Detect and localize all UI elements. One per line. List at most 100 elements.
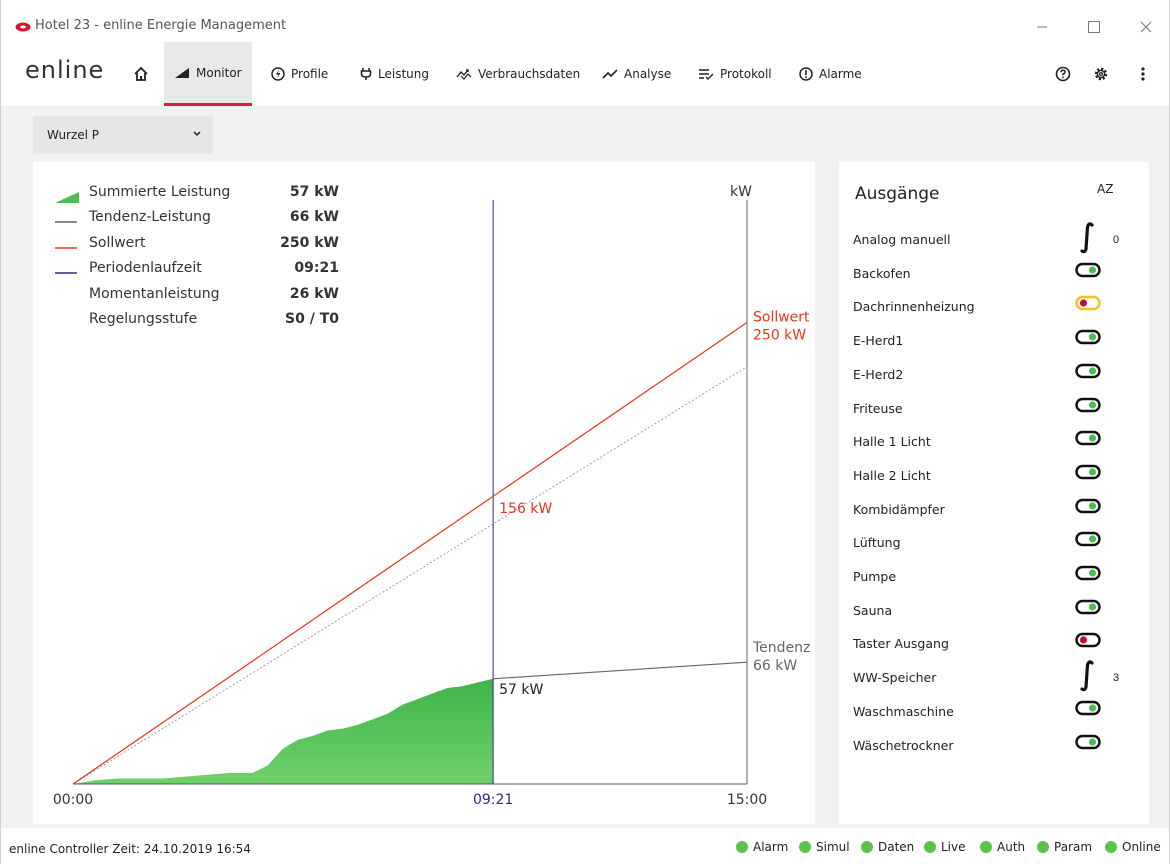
toggle-icon xyxy=(1075,262,1101,277)
tab-profile-label: Profile xyxy=(291,67,329,81)
sort-az-button[interactable]: AZ xyxy=(1097,182,1113,196)
output-name: Taster Ausgang xyxy=(853,636,949,652)
tab-profile[interactable]: Profile xyxy=(261,42,338,106)
legend-item-sollwert: Sollwert 250 kW xyxy=(55,235,355,260)
summiert-now-label: 57 kW xyxy=(499,682,543,698)
tab-alarme-label: Alarme xyxy=(819,67,862,81)
output-toggle[interactable] xyxy=(1075,262,1101,283)
tendenz-value-label: 66 kW xyxy=(753,658,797,674)
minimize-button[interactable] xyxy=(1019,12,1065,42)
output-row: E-Herd1 xyxy=(853,323,1143,357)
toggle-icon xyxy=(1075,565,1101,581)
tab-protokoll[interactable]: Protokoll xyxy=(688,42,782,106)
legend-item-tendenz: Tendenz-Leistung 66 kW xyxy=(55,209,355,234)
status-dot-icon xyxy=(799,841,811,853)
output-toggle[interactable] xyxy=(1075,498,1101,519)
integral-icon xyxy=(1080,660,1094,692)
output-toggle[interactable] xyxy=(1075,430,1101,451)
minimize-icon xyxy=(1037,26,1047,28)
output-name: Sauna xyxy=(853,602,893,618)
status-dot-icon xyxy=(1105,841,1117,853)
x-tick-label: 00:00 xyxy=(53,792,93,808)
output-toggle[interactable] xyxy=(1075,531,1101,552)
outputs-panel: Ausgänge AZ Analog manuell 0 Backofen Dachr… xyxy=(839,162,1149,824)
maximize-icon xyxy=(1088,21,1100,33)
output-name: Halle 2 Licht xyxy=(853,467,931,483)
trend-updown-icon xyxy=(456,69,472,80)
toggle-icon xyxy=(1075,397,1101,412)
node-select-value: Wurzel P xyxy=(47,128,100,142)
output-row: Halle 2 Licht xyxy=(853,458,1143,492)
node-select[interactable]: Wurzel P xyxy=(33,116,213,154)
toggle-icon xyxy=(1075,430,1101,446)
legend-label: Regelungsstufe xyxy=(89,310,198,327)
status-dot-icon xyxy=(861,841,873,853)
toggle-icon xyxy=(1075,700,1101,715)
analog-control[interactable] xyxy=(1079,660,1095,697)
output-name: WW-Speicher xyxy=(853,670,937,686)
output-toggle[interactable] xyxy=(1075,632,1101,653)
legend-label: Momentanleistung xyxy=(89,285,220,302)
output-row: Friteuse xyxy=(853,391,1143,425)
output-toggle[interactable] xyxy=(1075,295,1101,316)
output-row: WW-Speicher 3 xyxy=(853,660,1143,694)
legend-label: Summierte Leistung xyxy=(89,184,231,200)
help-button[interactable] xyxy=(1053,64,1073,84)
tab-leistung[interactable]: Leistung xyxy=(350,42,439,106)
chart-legend: Summierte Leistung 57 kW Tendenz-Leistun… xyxy=(55,184,355,336)
signal-icon xyxy=(175,67,189,78)
x-tick-label: 09:21 xyxy=(473,792,513,808)
legend-label: Tendenz-Leistung xyxy=(89,209,211,226)
sollwert-value-label: 250 kW xyxy=(753,327,806,343)
status-live: Live xyxy=(924,840,966,854)
output-toggle[interactable] xyxy=(1075,700,1101,721)
output-toggle[interactable] xyxy=(1075,599,1101,620)
output-toggle[interactable] xyxy=(1075,464,1101,485)
output-name: Analog manuell xyxy=(853,232,951,247)
output-toggle[interactable] xyxy=(1075,397,1101,418)
output-name: Kombidämpfer xyxy=(853,501,945,517)
output-toggle[interactable] xyxy=(1075,565,1101,586)
status-alarm: Alarm xyxy=(736,840,788,854)
area-swatch xyxy=(55,192,79,203)
output-row: Dachrinnenheizung xyxy=(853,289,1143,323)
output-name: Waschmaschine xyxy=(853,703,954,719)
more-menu-button[interactable] xyxy=(1133,64,1153,84)
status-auth: Auth xyxy=(980,840,1025,854)
monitor-chart-panel: kW Sollwert 250 kW 156 kW 57 kW Tendenz 66 kW 0… xyxy=(33,162,815,824)
integral-icon xyxy=(1080,222,1094,254)
output-row: Halle 1 Licht xyxy=(853,424,1143,458)
line-swatch xyxy=(55,272,77,274)
toggle-icon xyxy=(1075,734,1101,749)
output-value: 0 xyxy=(1113,234,1120,246)
home-button[interactable] xyxy=(131,64,151,84)
status-label: Live xyxy=(941,840,966,854)
output-row: Taster Ausgang xyxy=(853,626,1143,660)
tab-monitor-label: Monitor xyxy=(196,65,242,80)
legend-value: S0 / T0 xyxy=(285,310,339,327)
tab-alarme[interactable]: Alarme xyxy=(789,42,872,106)
legend-value: 57 kW xyxy=(289,184,339,200)
summiert-area xyxy=(73,678,494,784)
maximize-button[interactable] xyxy=(1071,12,1117,42)
tab-analyse[interactable]: Analyse xyxy=(592,42,681,106)
tab-verbrauchsdaten[interactable]: Verbrauchsdaten xyxy=(446,42,590,106)
status-label: Alarm xyxy=(753,840,789,854)
output-row: Pumpe xyxy=(853,559,1143,593)
output-toggle[interactable] xyxy=(1075,363,1101,384)
output-name: Halle 1 Licht xyxy=(853,434,931,450)
toggle-icon xyxy=(1075,532,1101,547)
legend-item-periodenlaufzeit: Periodenlaufzeit 09:21 xyxy=(55,260,355,285)
tab-monitor[interactable]: Monitor xyxy=(164,42,252,106)
settings-button[interactable] xyxy=(1091,64,1111,84)
home-icon xyxy=(134,66,148,81)
alert-circle-icon xyxy=(799,67,813,81)
output-name: Pumpe xyxy=(853,569,897,584)
toggle-icon xyxy=(1075,464,1101,480)
status-label: Param xyxy=(1054,840,1093,854)
output-toggle[interactable] xyxy=(1075,329,1101,350)
close-button[interactable] xyxy=(1123,12,1169,42)
output-toggle[interactable] xyxy=(1075,734,1101,755)
analog-control[interactable] xyxy=(1079,222,1095,259)
output-name: Dachrinnenheizung xyxy=(853,299,975,315)
